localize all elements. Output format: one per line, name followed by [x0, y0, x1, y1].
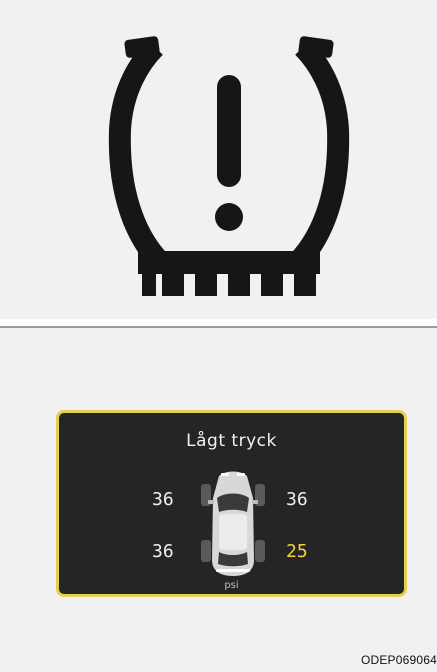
display-title: Lågt tryck [186, 431, 277, 451]
panel-gap [0, 319, 437, 323]
front-left-pressure: 36 [152, 489, 174, 510]
car-top-view-icon [201, 471, 265, 576]
front-right-pressure: 36 [286, 489, 308, 510]
rear-right-pressure-low: 25 [286, 541, 308, 562]
figure-code: ODEP069064 [360, 653, 437, 667]
warning-light-panel [0, 0, 437, 319]
tire-pressure-display: Lågt tryck 36 36 36 25 psi [56, 410, 407, 597]
tpms-low-pressure-warning-icon [108, 36, 350, 296]
pressure-unit: psi [224, 580, 239, 591]
rear-left-pressure: 36 [152, 541, 174, 562]
